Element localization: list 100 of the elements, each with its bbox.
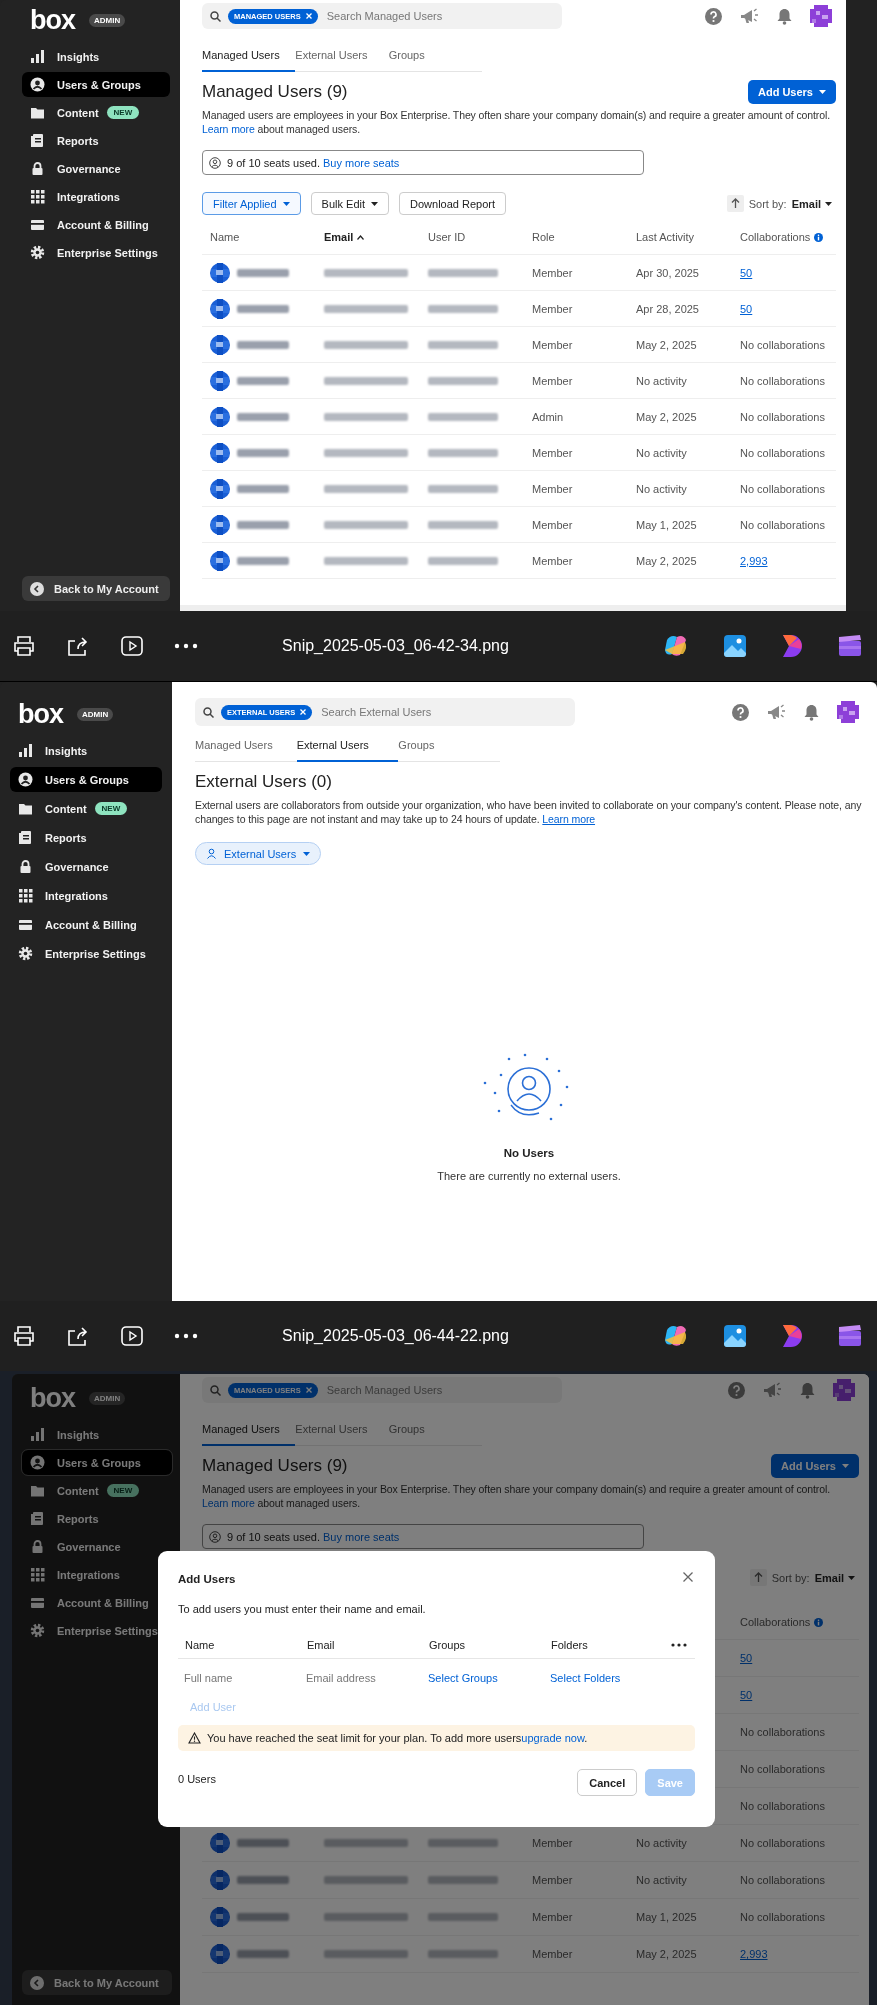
column-header[interactable]: Collaborations xyxy=(740,231,811,243)
column-header[interactable]: Last Activity xyxy=(636,231,695,243)
box-logo[interactable]: box xyxy=(18,700,63,728)
collaborations-link[interactable]: 50 xyxy=(740,302,753,315)
sidebar-item[interactable]: Account & Billing xyxy=(22,212,170,237)
sidebar-item[interactable]: Integrations xyxy=(10,883,162,908)
photo-icon[interactable] xyxy=(723,1324,747,1348)
column-header[interactable]: User ID xyxy=(428,231,466,243)
sort-icon[interactable] xyxy=(749,1569,767,1586)
avatar-icon[interactable] xyxy=(833,1379,855,1401)
info-icon[interactable] xyxy=(814,1617,824,1627)
sidebar-item[interactable]: Insights xyxy=(22,44,170,69)
sidebar-item[interactable]: Users & Groups xyxy=(22,1450,172,1475)
collaborations-link[interactable]: 50 xyxy=(740,266,753,279)
sidebar-item[interactable]: Users & Groups xyxy=(22,72,170,97)
column-header[interactable]: Name xyxy=(210,231,240,243)
sort-dropdown[interactable]: Email xyxy=(814,1571,855,1584)
tab[interactable]: External Users xyxy=(296,739,399,762)
sidebar-item[interactable]: Reports xyxy=(22,1506,172,1531)
sidebar-item[interactable]: Insights xyxy=(10,738,162,763)
sidebar-item[interactable]: Content NEW xyxy=(22,1478,172,1503)
clapperboard-icon[interactable] xyxy=(837,634,863,658)
close-button[interactable] xyxy=(681,1570,695,1584)
help-icon[interactable] xyxy=(705,7,722,25)
bell-icon[interactable] xyxy=(800,1381,815,1399)
sidebar-item[interactable]: Reports xyxy=(10,825,162,850)
column-header[interactable]: Role xyxy=(532,231,555,243)
sidebar-item[interactable]: Governance xyxy=(10,854,162,879)
buy-more-seats-link[interactable]: Buy more seats xyxy=(322,1530,400,1543)
sort-icon[interactable] xyxy=(726,195,744,212)
box-logo[interactable]: box xyxy=(30,1384,75,1412)
sidebar-item[interactable]: Enterprise Settings xyxy=(22,1618,172,1643)
share-icon[interactable] xyxy=(66,635,90,657)
tab[interactable]: Groups xyxy=(398,739,500,762)
sidebar-item[interactable]: Governance xyxy=(22,1534,172,1559)
collaborations-link[interactable]: 50 xyxy=(740,1652,753,1664)
more-icon[interactable] xyxy=(174,643,198,649)
tab[interactable]: Managed Users xyxy=(195,739,297,762)
tab[interactable]: External Users xyxy=(295,49,389,72)
collaborations-link[interactable]: 2,993 xyxy=(740,554,768,567)
sidebar-item[interactable]: Account & Billing xyxy=(10,912,162,937)
sidebar-item[interactable]: Enterprise Settings xyxy=(22,240,170,265)
dialog-button[interactable]: Cancel xyxy=(577,1769,638,1796)
sidebar-item[interactable]: Governance xyxy=(22,156,170,181)
photo-icon[interactable] xyxy=(723,634,747,658)
toolbar-button[interactable]: Filter Applied xyxy=(202,192,301,215)
sidebar-item[interactable]: Account & Billing xyxy=(22,1590,172,1615)
sidebar-item[interactable]: Reports xyxy=(22,128,170,153)
megaphone-icon[interactable] xyxy=(740,7,759,25)
select-link[interactable]: Select Folders xyxy=(544,1672,621,1684)
printer-icon[interactable] xyxy=(12,635,36,657)
add-users-button[interactable]: Add Users xyxy=(747,80,836,104)
clapperboard-icon[interactable] xyxy=(837,1324,863,1348)
learn-more-link[interactable]: Learn more xyxy=(542,813,596,825)
slideshow-icon[interactable] xyxy=(120,635,144,657)
more-icon[interactable] xyxy=(174,1333,198,1339)
close-icon[interactable] xyxy=(300,709,307,715)
bell-icon[interactable] xyxy=(804,703,819,721)
sidebar-item[interactable]: Integrations xyxy=(22,1562,172,1587)
column-header[interactable]: Collaborations xyxy=(740,1616,811,1628)
slideshow-icon[interactable] xyxy=(120,1325,144,1347)
megaphone-icon[interactable] xyxy=(767,703,786,721)
tab[interactable]: Managed Users xyxy=(202,1423,296,1446)
select-link[interactable]: Select Groups xyxy=(422,1672,498,1684)
box-logo[interactable]: box xyxy=(30,6,75,34)
toolbar-button[interactable]: Bulk Edit xyxy=(310,192,389,215)
close-icon[interactable] xyxy=(305,1387,312,1393)
swirl-icon[interactable] xyxy=(663,1324,689,1348)
collaborations-link[interactable]: 2,993 xyxy=(740,1948,768,1960)
megaphone-icon[interactable] xyxy=(763,1381,782,1399)
sidebar-item[interactable]: Insights xyxy=(22,1422,172,1447)
help-icon[interactable] xyxy=(728,1381,745,1399)
back-to-account-link[interactable]: Back to My Account xyxy=(22,1970,172,1995)
column-header[interactable]: Email xyxy=(324,231,365,243)
sort-dropdown[interactable]: Email xyxy=(791,197,832,210)
learn-more-link[interactable]: Learn more xyxy=(202,123,255,135)
sidebar-item[interactable]: Integrations xyxy=(22,184,170,209)
toolbar-button[interactable]: Download Report xyxy=(399,192,506,215)
close-icon[interactable] xyxy=(305,13,312,19)
learn-more-link[interactable]: Learn more xyxy=(202,1497,255,1509)
printer-icon[interactable] xyxy=(12,1325,36,1347)
tab[interactable]: Groups xyxy=(388,1423,482,1446)
help-icon[interactable] xyxy=(732,703,749,721)
swirl-icon[interactable] xyxy=(663,634,689,658)
more-icon[interactable] xyxy=(671,1642,687,1647)
collaborations-link[interactable]: 50 xyxy=(740,1689,753,1701)
tab[interactable]: Groups xyxy=(388,49,482,72)
tab[interactable]: External Users xyxy=(295,1423,389,1446)
tab[interactable]: Managed Users xyxy=(202,49,296,72)
user-filter-button[interactable]: External Users xyxy=(195,842,322,865)
back-to-account-link[interactable]: Back to My Account xyxy=(22,576,170,601)
avatar-icon[interactable] xyxy=(810,5,832,27)
ribbon-icon[interactable] xyxy=(781,633,803,659)
bell-icon[interactable] xyxy=(777,7,792,25)
ribbon-icon[interactable] xyxy=(781,1323,803,1349)
sidebar-item[interactable]: Content NEW xyxy=(22,100,170,125)
buy-more-seats-link[interactable]: Buy more seats xyxy=(322,156,400,169)
sidebar-item[interactable]: Enterprise Settings xyxy=(10,941,162,966)
avatar-icon[interactable] xyxy=(837,701,859,723)
sidebar-item[interactable]: Content NEW xyxy=(10,796,162,821)
